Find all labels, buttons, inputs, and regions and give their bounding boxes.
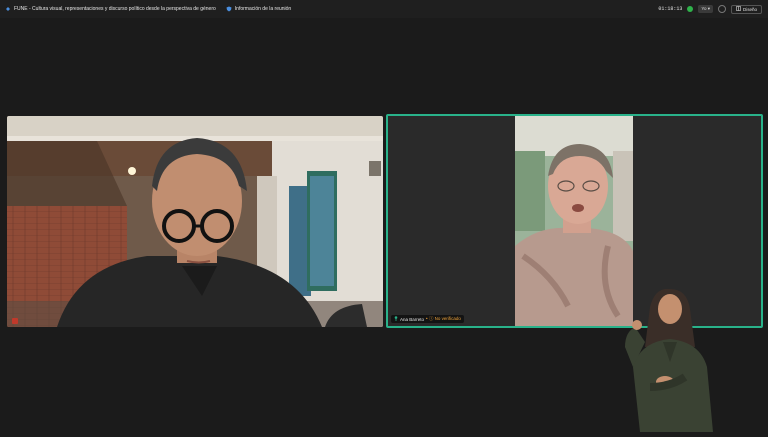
pin-icon xyxy=(394,316,398,322)
meeting-app-icon xyxy=(5,6,11,12)
participant-name-tag: Ana Barreto • ⓘ No verificado xyxy=(391,315,464,323)
unverified-label: No verificado xyxy=(434,316,461,321)
meeting-info-label: Información de la reunión xyxy=(234,6,292,12)
meeting-info-link[interactable]: Información de la reunión xyxy=(226,6,291,12)
top-bar: FUNE - Cultura visual, representaciones … xyxy=(0,0,768,18)
participant-video-tile[interactable] xyxy=(7,116,383,327)
unverified-status: • ⓘ No verificado xyxy=(426,316,461,321)
layout-button-label: Diseño xyxy=(742,6,757,12)
participant-name: Ana Barreto xyxy=(400,316,425,322)
participant-video xyxy=(7,116,383,327)
layout-button[interactable]: Diseño xyxy=(730,4,762,14)
self-view-button[interactable]: Yo ▾ xyxy=(698,5,713,13)
shield-icon xyxy=(226,6,232,12)
meeting-timer: 01:18:13 xyxy=(658,6,683,12)
connection-status-icon xyxy=(687,6,694,12)
meeting-title: FUNE - Cultura visual, representaciones … xyxy=(14,6,216,12)
layout-icon xyxy=(736,6,741,12)
mic-muted-icon xyxy=(12,318,18,324)
settings-icon[interactable] xyxy=(717,5,726,13)
sign-language-interpreter xyxy=(615,287,725,437)
